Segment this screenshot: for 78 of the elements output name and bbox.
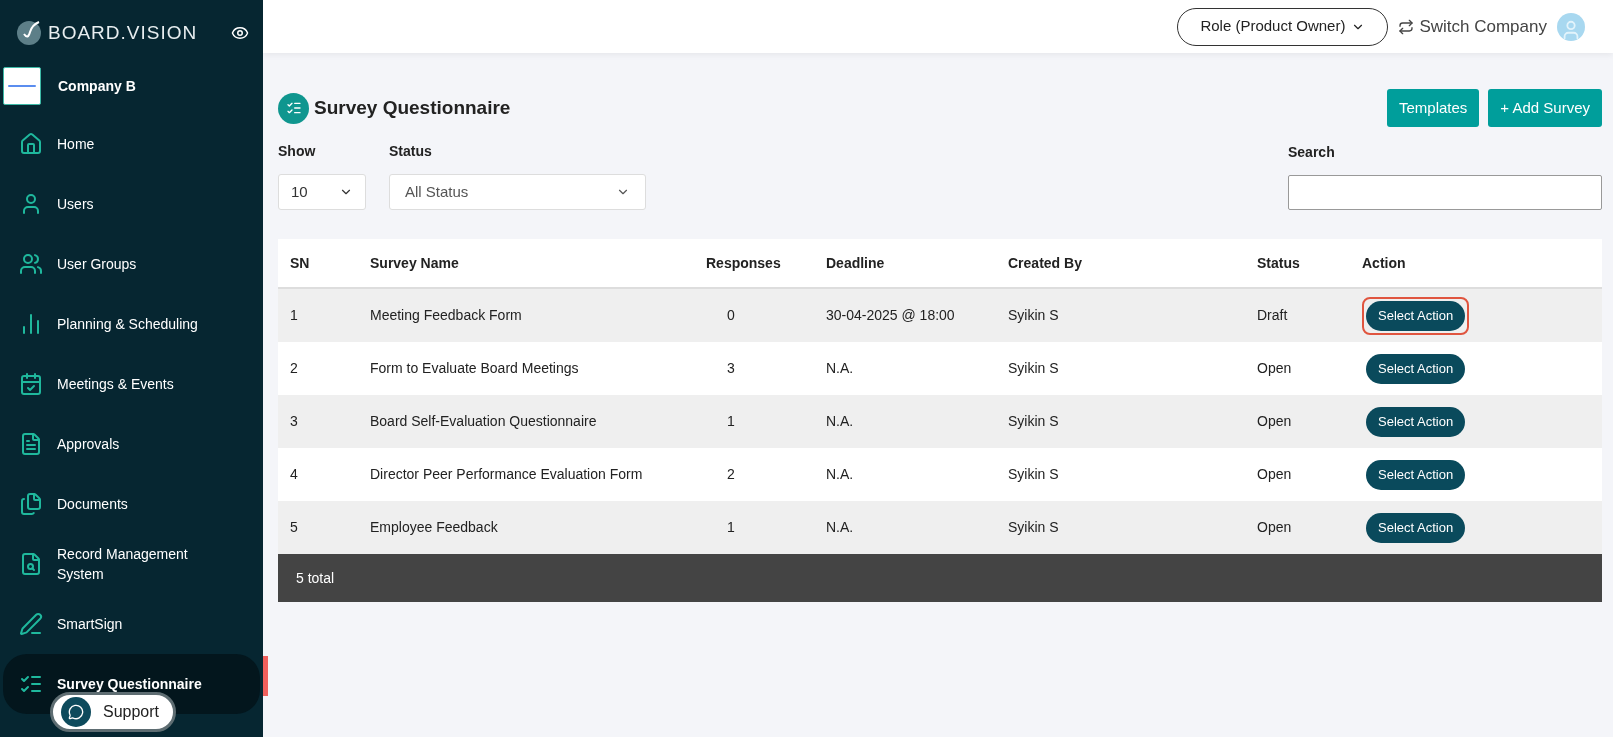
select-action-button[interactable]: Select Action: [1366, 512, 1466, 543]
column-header: Created By: [1008, 254, 1082, 271]
switch-icon: [1398, 18, 1415, 35]
sidebar-item[interactable]: User Groups: [3, 234, 260, 294]
sidebar-item[interactable]: Meetings & Events: [3, 354, 260, 414]
select-action-button[interactable]: Select Action: [1366, 406, 1466, 437]
table-cell: Form to Evaluate Board Meetings: [370, 360, 579, 376]
show-label: Show: [278, 142, 317, 161]
table-cell: 1: [727, 413, 735, 429]
table-cell: 1: [290, 307, 298, 323]
pen-icon: [19, 612, 43, 636]
table-cell: 0: [727, 307, 735, 323]
active-indicator: [263, 656, 268, 696]
document-icon: [19, 432, 43, 456]
column-header: SN: [290, 254, 310, 271]
table-cell: N.A.: [826, 360, 854, 376]
sidebar-item[interactable]: Record Management System: [3, 534, 260, 594]
table-cell: 4: [290, 466, 298, 482]
chat-icon: [61, 697, 91, 727]
table-cell: Employee Feedback: [370, 519, 498, 535]
table-cell: Open: [1257, 466, 1292, 482]
company-logo: [3, 67, 41, 105]
table-cell: Meeting Feedback Form: [370, 307, 522, 323]
column-header: Deadline: [826, 254, 885, 271]
switch-company-button[interactable]: Switch Company: [1398, 13, 1547, 40]
sidebar-item[interactable]: Documents: [3, 474, 260, 534]
brand-name: BOARD.VISION: [48, 20, 198, 45]
show-select[interactable]: 10: [278, 174, 366, 210]
logo-icon: [16, 20, 42, 46]
status-label: Status: [389, 142, 433, 161]
search-field[interactable]: [1288, 175, 1602, 210]
total-count: 5 total: [296, 568, 335, 588]
column-header: Survey Name: [370, 254, 459, 271]
table-cell: Syikin S: [1008, 307, 1059, 323]
sidebar-item[interactable]: Home: [3, 114, 260, 174]
calendar-check-icon: [19, 372, 43, 396]
table-cell: Draft: [1257, 307, 1288, 323]
company-name: Company B: [58, 76, 136, 96]
sidebar-item[interactable]: Users: [3, 174, 260, 234]
support-button[interactable]: Support: [50, 692, 177, 732]
table-cell: 3: [290, 413, 298, 429]
search-label: Search: [1288, 143, 1336, 162]
document-search-icon: [19, 552, 43, 576]
table-cell: Open: [1257, 360, 1292, 376]
table-cell: 2: [727, 466, 735, 482]
table-cell: Syikin S: [1008, 466, 1059, 482]
eye-icon[interactable]: [231, 24, 249, 42]
table-cell: Syikin S: [1008, 360, 1059, 376]
house-icon: [19, 132, 43, 156]
table-cell: Syikin S: [1008, 413, 1059, 429]
table-cell: 5: [290, 519, 298, 535]
select-action-button[interactable]: Select Action: [1366, 300, 1466, 331]
page-title: Survey Questionnaire: [314, 95, 511, 120]
table-cell: Syikin S: [1008, 519, 1059, 535]
sidebar-item[interactable]: Approvals: [3, 414, 260, 474]
table-cell: 1: [727, 519, 735, 535]
sidebar-item[interactable]: Planning & Scheduling: [3, 294, 260, 354]
column-header: Status: [1257, 254, 1300, 271]
table-cell: N.A.: [826, 466, 854, 482]
table-cell: Board Self-Evaluation Questionnaire: [370, 413, 597, 429]
table-cell: Director Peer Performance Evaluation Form: [370, 466, 643, 482]
avatar-icon[interactable]: [1557, 12, 1585, 41]
table-cell: Open: [1257, 413, 1292, 429]
select-action-button[interactable]: Select Action: [1366, 353, 1466, 384]
status-select[interactable]: All Status: [389, 174, 646, 210]
column-header: Responses: [706, 254, 781, 271]
documents-icon: [19, 492, 43, 516]
table-cell: N.A.: [826, 413, 854, 429]
table-cell: 3: [727, 360, 735, 376]
table-cell: N.A.: [826, 519, 854, 535]
column-header: Action: [1362, 254, 1406, 271]
users-icon: [19, 252, 43, 276]
sidebar-item[interactable]: SmartSign: [3, 594, 260, 654]
table-cell: 30-04-2025 @ 18:00: [826, 307, 955, 323]
table-cell: 2: [290, 360, 298, 376]
survey-icon: [278, 92, 309, 124]
select-action-button[interactable]: Select Action: [1366, 459, 1466, 490]
table-cell: Open: [1257, 519, 1292, 535]
